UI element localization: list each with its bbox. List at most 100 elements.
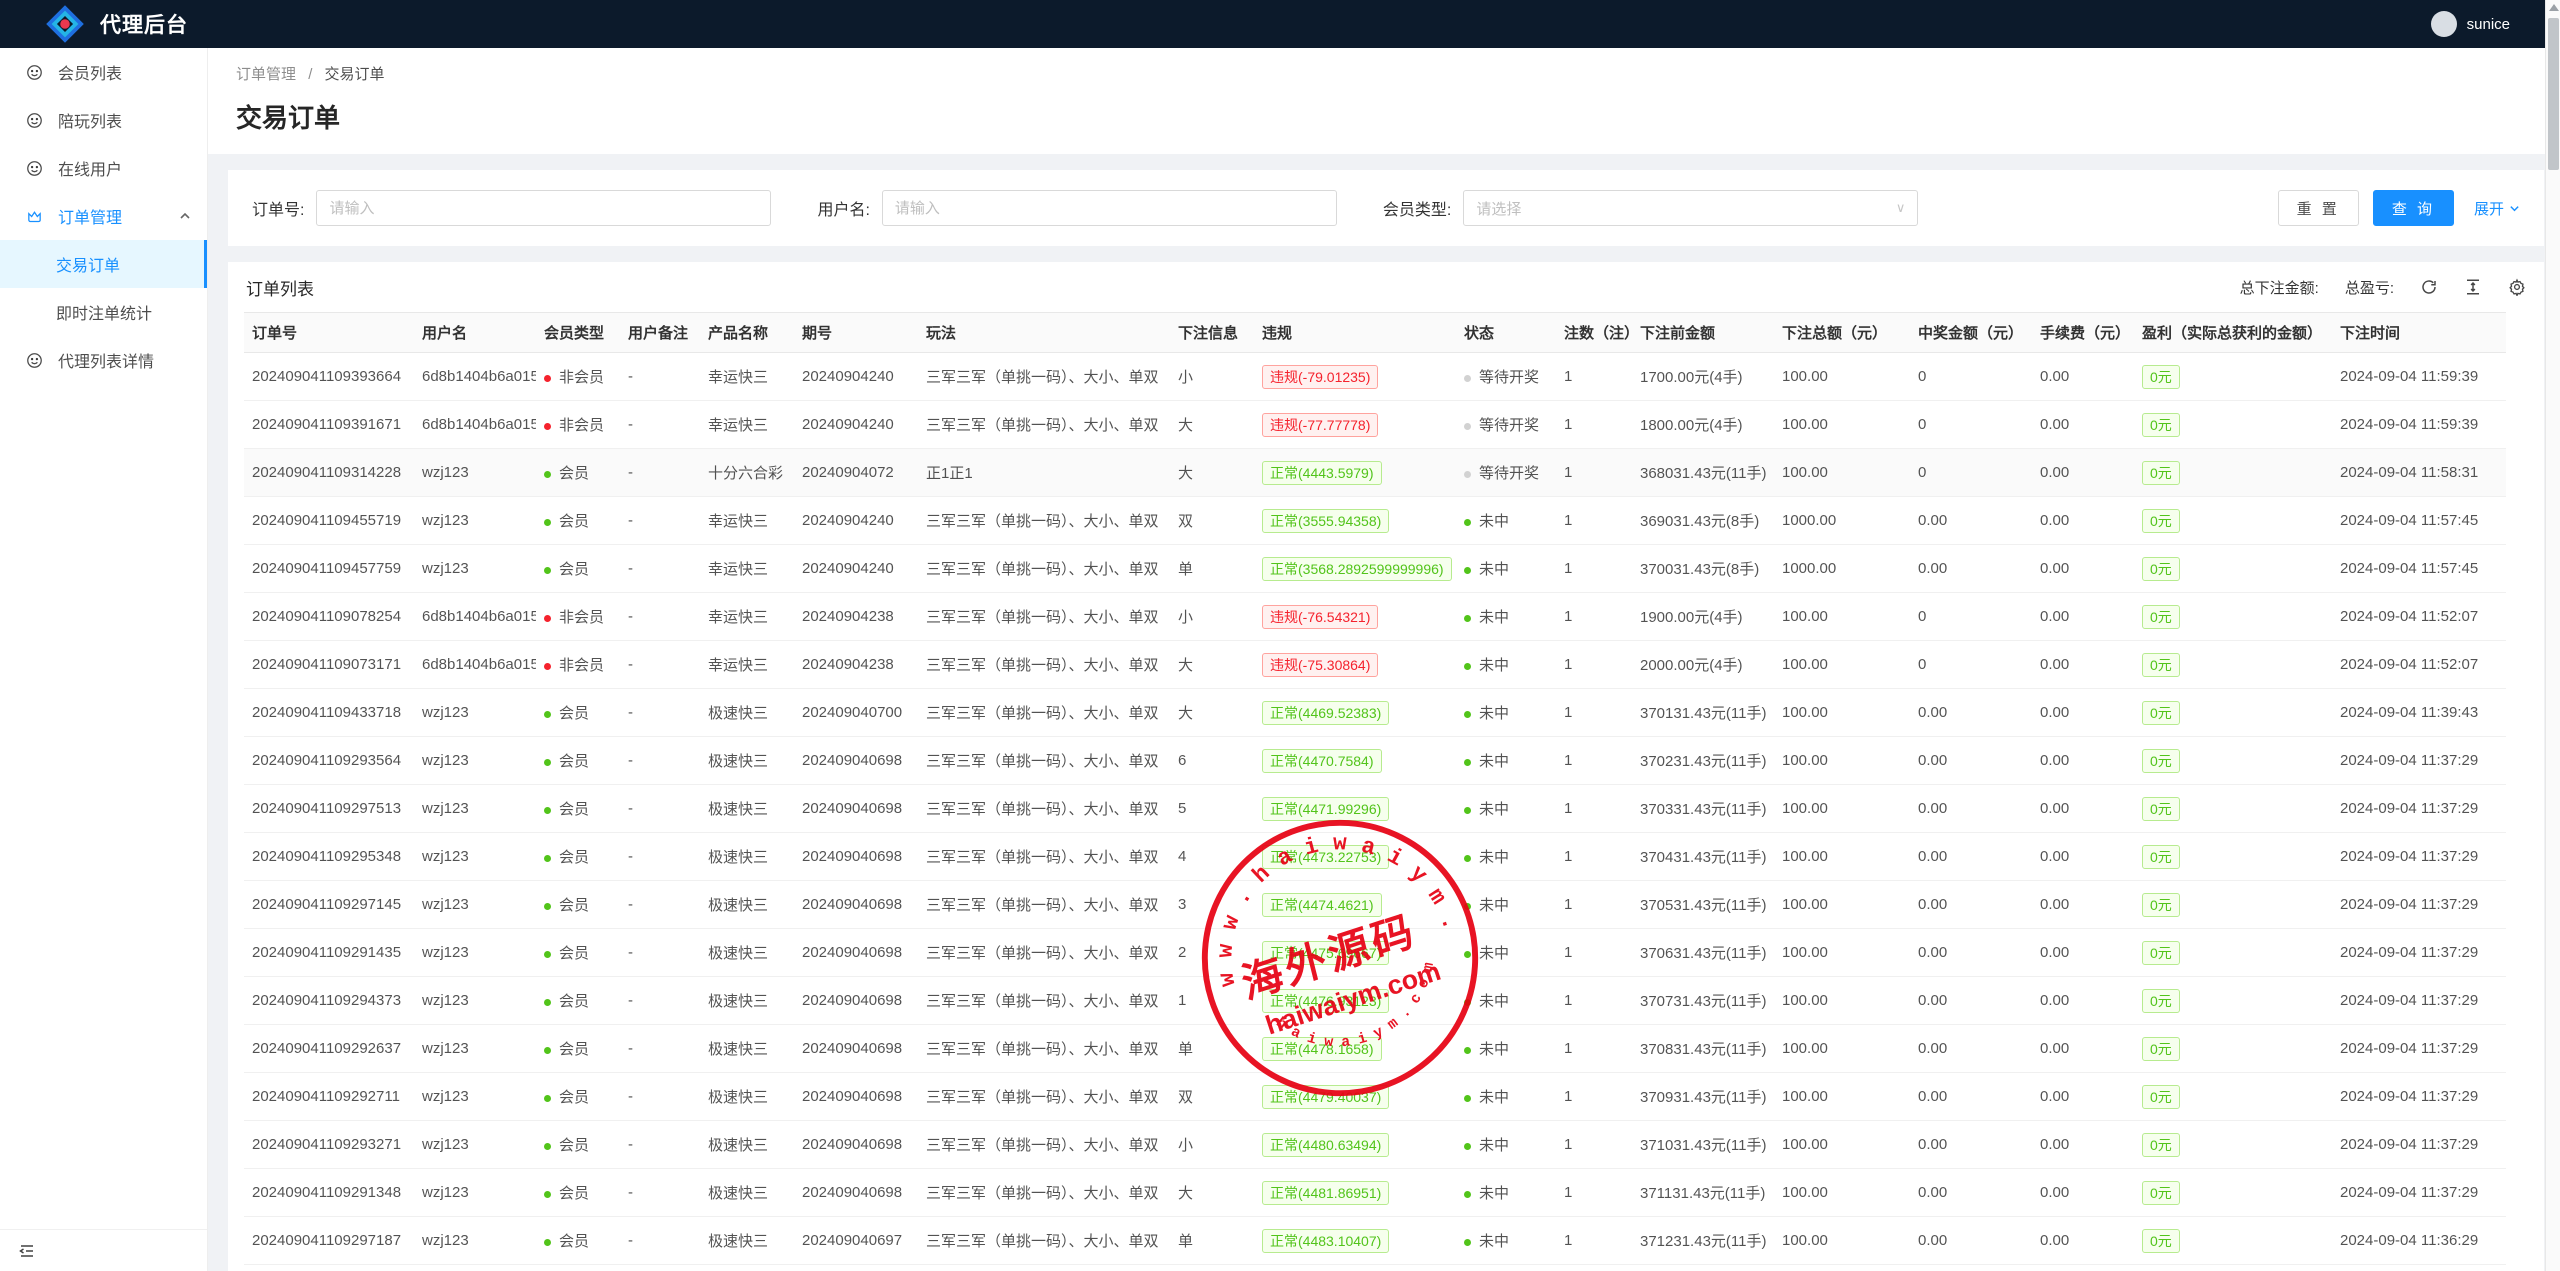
win-amount: 0.00	[1910, 689, 2032, 737]
order-no: 202409041109314228	[244, 449, 414, 497]
status: 未中	[1456, 881, 1556, 929]
win-amount: 0.00	[1910, 977, 2032, 1025]
gear-icon[interactable]	[2508, 278, 2526, 296]
before-amount: 1800.00元(4手)	[1632, 401, 1774, 449]
profit-badge: 0元	[2134, 689, 2332, 737]
profit-badge: 0元	[2142, 653, 2180, 677]
member-type-select[interactable]: 请选择 ∨	[1463, 190, 1918, 226]
bet-info: 双	[1170, 1073, 1254, 1121]
green-dot-icon	[1464, 807, 1471, 814]
table-row[interactable]: 2024090411093936646d8b1404b6a0150非会员-幸运快…	[244, 353, 2506, 401]
win-amount: 0	[1910, 593, 2032, 641]
table-row[interactable]: 2024090411093916716d8b1404b6a0150非会员-幸运快…	[244, 401, 2506, 449]
fee: 0.00	[2032, 497, 2134, 545]
sidebar-item-trade-orders[interactable]: 交易订单	[0, 240, 207, 288]
violation-badge: 正常(4481.86951)	[1262, 1181, 1389, 1205]
sidebar-item-order-management[interactable]: 订单管理	[0, 192, 207, 240]
before-amount: 370231.43元(11手)	[1632, 737, 1774, 785]
violation-badge: 正常(4471.99296)	[1254, 785, 1456, 833]
violation-badge: 正常(3568.2892599999996)	[1262, 557, 1452, 581]
sidebar-item-escort-list[interactable]: 陪玩列表	[0, 96, 207, 144]
sidebar-item-member-list[interactable]: 会员列表	[0, 48, 207, 96]
user-remark: -	[620, 641, 700, 689]
profit-badge: 0元	[2142, 797, 2180, 821]
order-no: 202409041109073171	[244, 641, 414, 689]
violation-badge: 正常(4443.5979)	[1254, 449, 1456, 497]
table-row[interactable]: 202409041109297145wzj123会员-极速快三202409040…	[244, 881, 2506, 929]
username: 6d8b1404b6a0150	[414, 353, 536, 401]
profit-badge	[2134, 1265, 2332, 1271]
bet-info: 大	[1170, 1169, 1254, 1217]
bet-info: 大	[1170, 401, 1254, 449]
bet-time: 2024-09-04 11:59:39	[2332, 401, 2506, 449]
sidebar-item-realtime-bet-stats[interactable]: 即时注单统计	[0, 288, 207, 336]
table-row[interactable]: 202409041109297513wzj123会员-极速快三202409040…	[244, 785, 2506, 833]
menu-fold-icon[interactable]	[18, 1242, 36, 1260]
profit-badge: 0元	[2134, 1121, 2332, 1169]
order-no: 202409041109433718	[244, 689, 414, 737]
before-amount: 370031.43元(8手)	[1632, 545, 1774, 593]
avatar[interactable]	[2431, 11, 2457, 37]
scroll-up-arrow[interactable]	[2549, 4, 2559, 11]
sidebar-item-agent-list-detail[interactable]: 代理列表详情	[0, 336, 207, 384]
green-dot-icon	[544, 519, 551, 526]
table-row[interactable]: 202409041109314228wzj123会员-十分六合彩20240904…	[244, 449, 2506, 497]
win-amount: 0.00	[1910, 881, 2032, 929]
table-row[interactable]: 2024090411090731716d8b1404b6a0150非会员-幸运快…	[244, 641, 2506, 689]
bet-time: 2024-09-04 11:37:29	[2332, 1073, 2506, 1121]
bet-time	[2332, 1265, 2506, 1271]
win-amount: 0.00	[1910, 1025, 2032, 1073]
play-type: 三军三军（单挑一码）、大小、单双	[918, 1073, 1170, 1121]
expand-link[interactable]: 展开	[2474, 198, 2520, 219]
red-dot-icon	[544, 423, 551, 430]
product-name: 极速快三	[700, 1169, 794, 1217]
play-type: 三军三军（单挑一码）、大小、单双	[918, 833, 1170, 881]
table-row[interactable]: 202409041109433718wzj123会员-极速快三202409040…	[244, 689, 2506, 737]
win-amount: 0	[1910, 353, 2032, 401]
before-amount: 370731.43元(11手)	[1632, 977, 1774, 1025]
bet-info: 单	[1170, 1025, 1254, 1073]
user-remark: -	[620, 401, 700, 449]
table-row[interactable]: 202409041109292711wzj123会员-极速快三202409040…	[244, 1073, 2506, 1121]
member-type: 会员	[536, 1217, 620, 1265]
sidebar-item-label: 陪玩列表	[58, 108, 122, 132]
user-name: sunice	[2467, 16, 2510, 33]
reset-button[interactable]: 重 置	[2278, 190, 2359, 226]
table-row[interactable]: 202409041109294373wzj123会员-极速快三202409040…	[244, 977, 2506, 1025]
bet-count: 1	[1556, 1073, 1632, 1121]
table-row[interactable]: 202409041109297187wzj123会员-极速快三202409040…	[244, 1217, 2506, 1265]
page-scrollbar[interactable]	[2545, 0, 2560, 1271]
username-input[interactable]	[895, 200, 1324, 217]
refresh-icon[interactable]	[2420, 278, 2438, 296]
bet-time: 2024-09-04 11:36:29	[2332, 1217, 2506, 1265]
green-dot-icon	[1464, 615, 1471, 622]
table-row[interactable]: 2024090411090782546d8b1404b6a0150非会员-幸运快…	[244, 593, 2506, 641]
breadcrumb-parent[interactable]: 订单管理	[236, 66, 296, 83]
user-menu[interactable]: sunice	[2431, 11, 2532, 37]
green-dot-icon	[1464, 1191, 1471, 1198]
order-no-input[interactable]	[329, 200, 758, 217]
before-amount: 368031.43元(11手)	[1632, 449, 1774, 497]
sidebar-item-online-users[interactable]: 在线用户	[0, 144, 207, 192]
table-row[interactable]: 202409041109295348wzj123会员-极速快三202409040…	[244, 833, 2506, 881]
column-height-icon[interactable]	[2464, 278, 2482, 296]
table-row[interactable]: 202409041109455719wzj123会员-幸运快三202409042…	[244, 497, 2506, 545]
profit-badge: 0元	[2134, 449, 2332, 497]
bet-time: 2024-09-04 11:39:43	[2332, 689, 2506, 737]
scrollbar-thumb[interactable]	[2548, 18, 2559, 170]
smiley-icon	[26, 160, 43, 177]
table-row[interactable]: 202409041109291348wzj123会员-极速快三202409040…	[244, 1169, 2506, 1217]
username: wzj123	[414, 497, 536, 545]
table-row[interactable]: 202409041109457759wzj123会员-幸运快三202409042…	[244, 545, 2506, 593]
table-row[interactable]: 202409041109292637wzj123会员-极速快三202409040…	[244, 1025, 2506, 1073]
column-header: 用户名	[414, 313, 536, 353]
table-row[interactable]	[244, 1265, 2506, 1271]
product-name: 幸运快三	[700, 593, 794, 641]
query-button[interactable]: 查 询	[2373, 190, 2454, 226]
table-row[interactable]: 202409041109293271wzj123会员-极速快三202409040…	[244, 1121, 2506, 1169]
violation-badge: 违规(-75.30864)	[1262, 653, 1378, 677]
table-row[interactable]: 202409041109291435wzj123会员-极速快三202409040…	[244, 929, 2506, 977]
period-no: 20240904072	[794, 449, 918, 497]
table-row[interactable]: 202409041109293564wzj123会员-极速快三202409040…	[244, 737, 2506, 785]
user-remark: -	[620, 929, 700, 977]
